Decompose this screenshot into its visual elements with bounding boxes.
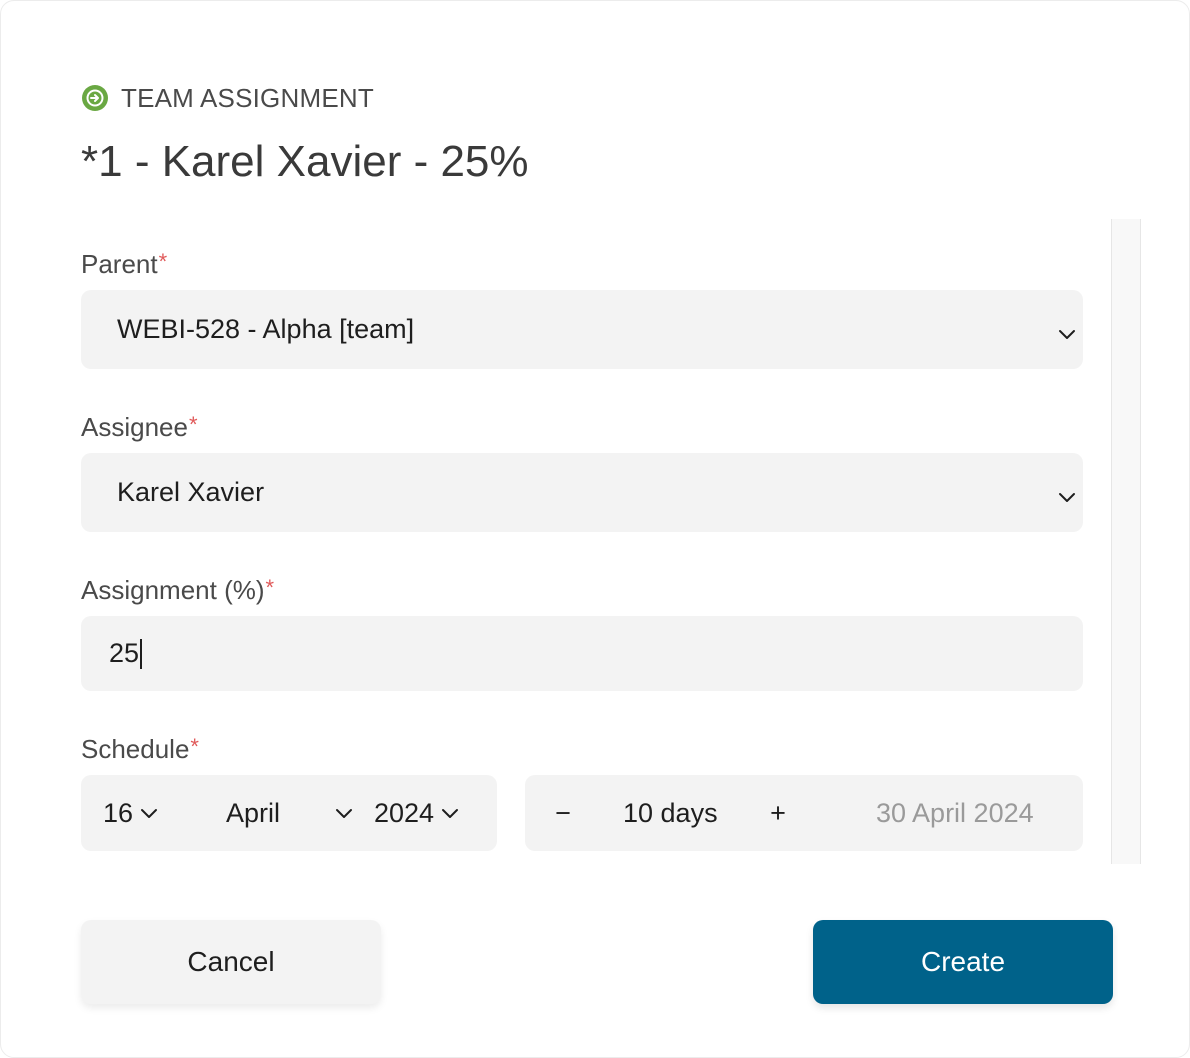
parent-label: Parent*	[81, 249, 167, 280]
create-button[interactable]: Create	[813, 920, 1113, 1004]
parent-select[interactable]: WEBI-528 - Alpha [team]	[81, 290, 1083, 369]
required-mark: *	[265, 575, 275, 600]
decrement-duration-button[interactable]: −	[555, 775, 571, 851]
minus-icon: −	[555, 797, 571, 828]
increment-duration-button[interactable]: +	[770, 775, 786, 851]
end-date: 30 April 2024	[876, 775, 1034, 851]
assignment-input-value: 25	[109, 638, 140, 668]
dialog-kicker: TEAM ASSIGNMENT	[81, 83, 374, 113]
team-assignment-dialog: TEAM ASSIGNMENT *1 - Karel Xavier - 25% …	[0, 0, 1190, 1058]
assignee-label: Assignee*	[81, 412, 198, 443]
year-select[interactable]: 2024	[374, 775, 460, 851]
end-date-text: 30 April 2024	[876, 797, 1034, 828]
schedule-label-text: Schedule	[81, 734, 190, 764]
text-cursor	[140, 638, 143, 669]
create-button-label: Create	[920, 946, 1006, 977]
parent-select-value: WEBI-528 - Alpha [team]	[117, 314, 415, 344]
scrollbar[interactable]	[1111, 219, 1141, 864]
duration-value: 10 days	[623, 775, 718, 851]
schedule-duration: − 10 days + 30 April 2024	[525, 775, 1083, 851]
required-mark: *	[188, 412, 198, 437]
chevron-down-icon	[1057, 483, 1077, 503]
dialog-kicker-label: TEAM ASSIGNMENT	[121, 82, 374, 113]
chevron-down-icon	[442, 809, 459, 818]
arrow-circle-right-icon	[81, 84, 109, 112]
required-mark: *	[158, 249, 168, 274]
chevron-down-icon	[336, 809, 352, 818]
chevron-down-icon	[141, 809, 158, 818]
day-select[interactable]: 16	[103, 775, 159, 851]
assignee-select[interactable]: Karel Xavier	[81, 453, 1083, 532]
assignment-input[interactable]: 25	[81, 616, 1083, 691]
day-value: 16	[103, 797, 134, 828]
cancel-button[interactable]: Cancel	[81, 920, 381, 1004]
parent-label-text: Parent	[81, 249, 158, 279]
year-value: 2024	[374, 797, 435, 828]
required-mark: *	[190, 734, 199, 759]
duration-text: 10 days	[623, 797, 718, 828]
cancel-button-label: Cancel	[187, 946, 275, 977]
chevron-down-icon	[1057, 320, 1077, 340]
month-select[interactable]: April	[226, 775, 354, 851]
month-value: April	[226, 797, 281, 828]
schedule-label: Schedule*	[81, 734, 199, 765]
plus-icon: +	[770, 797, 786, 828]
page-title: *1 - Karel Xavier - 25%	[81, 137, 529, 186]
assignee-label-text: Assignee	[81, 412, 188, 442]
assignment-label-text: Assignment (%)	[81, 575, 265, 605]
assignment-label: Assignment (%)*	[81, 575, 274, 606]
assignee-select-value: Karel Xavier	[117, 477, 265, 507]
schedule-start-date: 16 April 2024	[81, 775, 497, 851]
